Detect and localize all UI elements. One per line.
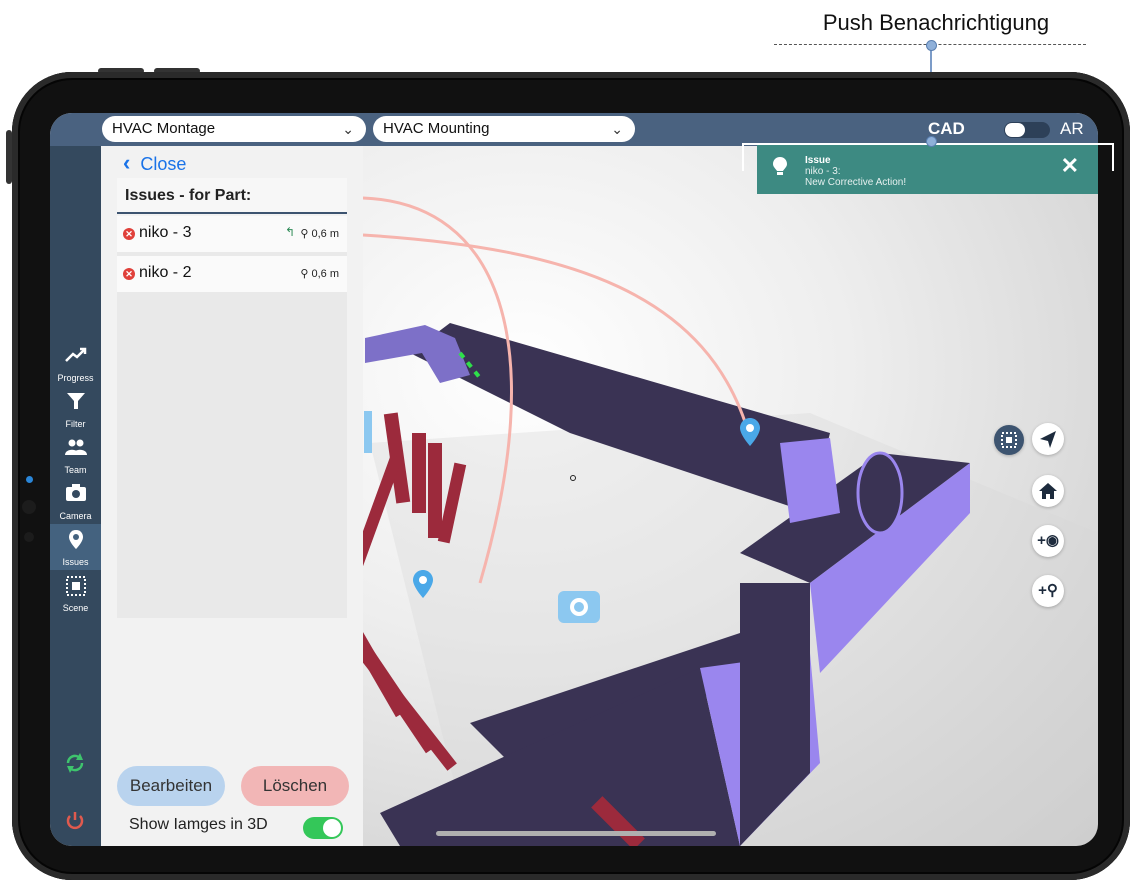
front-camera bbox=[22, 500, 36, 514]
nav-item-issues[interactable]: Issues bbox=[50, 524, 101, 570]
close-label: Close bbox=[140, 154, 187, 174]
cad-ar-toggle[interactable] bbox=[1004, 122, 1050, 138]
issue-row[interactable]: ✕ niko - 3 ↰ ⚲ 0,6 m bbox=[117, 216, 347, 252]
duct-cylinder-end bbox=[856, 451, 904, 535]
camera-led bbox=[26, 476, 33, 483]
chevron-down-icon: ⌄ bbox=[611, 121, 623, 137]
issue-distance: ⚲ 0,6 m bbox=[300, 267, 339, 280]
issues-panel: ‹ Close Issues - for Part: ✕ niko - 3 ↰ ⚲… bbox=[101, 146, 363, 846]
chevron-left-icon: ‹ bbox=[123, 150, 131, 175]
issue-name: niko - 2 bbox=[139, 264, 192, 281]
filter-icon bbox=[67, 393, 85, 409]
team-icon bbox=[65, 439, 87, 455]
nav-item-team[interactable]: Team bbox=[50, 432, 101, 478]
annotation-dot-bottom bbox=[926, 136, 937, 147]
project-select-value: HVAC Montage bbox=[112, 120, 216, 137]
camera-marker bbox=[558, 591, 600, 623]
location-icon: ⚲ bbox=[300, 228, 309, 240]
model-select-value: HVAC Mounting bbox=[383, 120, 490, 137]
add-pin-icon: +⚲ bbox=[1038, 582, 1058, 599]
notification-line2: New Corrective Action! bbox=[805, 177, 907, 188]
show-images-label: Show Iamges in 3D bbox=[129, 816, 268, 833]
nav-item-scene[interactable]: Scene bbox=[50, 570, 101, 616]
chevron-down-icon: ⌄ bbox=[342, 121, 354, 137]
model-select[interactable]: HVAC Mounting ⌄ bbox=[373, 116, 635, 142]
error-icon: ✕ bbox=[123, 268, 135, 280]
nav-label-team: Team bbox=[64, 465, 87, 475]
left-nav: Progress Filter Team Camera Issues Scene bbox=[50, 146, 101, 846]
edit-button[interactable]: Bearbeiten bbox=[117, 766, 225, 806]
sync-icon[interactable] bbox=[64, 752, 86, 774]
nav-label-filter: Filter bbox=[65, 419, 86, 429]
side-button bbox=[6, 130, 12, 184]
issue-distance-value: 0,6 m bbox=[311, 228, 339, 240]
issue-row[interactable]: ✕ niko - 2 ⚲ 0,6 m bbox=[117, 256, 347, 292]
issues-heading: Issues - for Part: bbox=[117, 178, 347, 214]
nav-label-camera: Camera bbox=[59, 511, 92, 521]
nav-label-issues: Issues bbox=[62, 557, 89, 567]
home-indicator bbox=[436, 831, 716, 836]
trend-icon bbox=[65, 347, 87, 362]
nav-label-progress: Progress bbox=[57, 373, 94, 383]
scene-icon bbox=[66, 576, 86, 596]
annotation-label: Push Benachrichtigung bbox=[822, 10, 1050, 35]
send-button[interactable] bbox=[1032, 423, 1064, 455]
reply-icon: ↰ bbox=[284, 225, 295, 239]
nav-item-camera[interactable]: Camera bbox=[50, 478, 101, 524]
ar-label: AR bbox=[1060, 119, 1084, 138]
pin-icon bbox=[69, 530, 83, 549]
delete-button[interactable]: Löschen bbox=[241, 766, 349, 806]
project-select[interactable]: HVAC Montage ⌄ bbox=[102, 116, 366, 142]
close-button[interactable]: ‹ Close bbox=[123, 150, 186, 176]
add-issue-button[interactable]: +⚲ bbox=[1032, 575, 1064, 607]
home-icon bbox=[1039, 483, 1057, 499]
duct-upper-end bbox=[780, 438, 840, 523]
power-icon[interactable] bbox=[64, 810, 86, 832]
add-camera-icon: +◉ bbox=[1037, 532, 1059, 549]
home-button[interactable] bbox=[1032, 475, 1064, 507]
issue-distance-value: 0,6 m bbox=[311, 268, 339, 280]
app-screen: HVAC Montage ⌄ HVAC Mounting ⌄ CAD AR Pr… bbox=[50, 113, 1098, 846]
add-photo-button[interactable]: +◉ bbox=[1032, 525, 1064, 557]
show-images-toggle[interactable] bbox=[303, 817, 343, 839]
hidden-marker bbox=[364, 411, 372, 453]
location-icon: ⚲ bbox=[300, 268, 309, 280]
annotation-dot-top bbox=[926, 40, 937, 51]
issue-name: niko - 3 bbox=[139, 224, 192, 241]
nav-label-scene: Scene bbox=[62, 603, 89, 613]
camera-icon bbox=[66, 484, 86, 501]
send-icon bbox=[1040, 431, 1056, 448]
error-icon: ✕ bbox=[123, 228, 135, 240]
issue-distance: ⚲ 0,6 m bbox=[300, 227, 339, 240]
scene-icon bbox=[1001, 432, 1017, 448]
sensor bbox=[24, 532, 34, 542]
annotation-bracket bbox=[742, 143, 1114, 171]
nav-item-progress[interactable]: Progress bbox=[50, 340, 101, 386]
issue-list: ✕ niko - 3 ↰ ⚲ 0,6 m ✕ niko - 2 ⚲ 0,6 m bbox=[117, 216, 347, 618]
scene-select-button[interactable] bbox=[994, 425, 1024, 455]
nav-item-filter[interactable]: Filter bbox=[50, 386, 101, 432]
top-bar: HVAC Montage ⌄ HVAC Mounting ⌄ CAD AR bbox=[50, 113, 1098, 146]
